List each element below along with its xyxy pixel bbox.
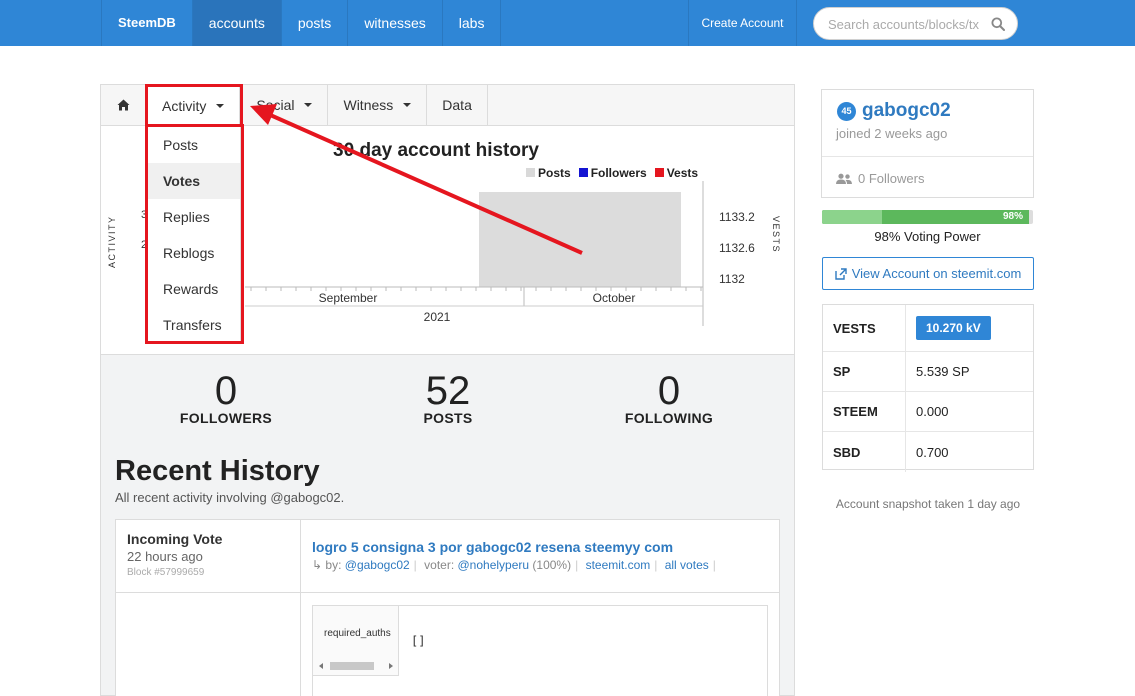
search-icon[interactable] — [991, 17, 1005, 31]
history-time: 22 hours ago — [127, 549, 203, 564]
wallet-row-sbd: SBD 0.700 — [823, 432, 1033, 472]
home-icon — [117, 99, 130, 111]
stat-followers-label: FOLLOWERS — [179, 410, 273, 426]
search-box — [813, 7, 1018, 40]
wallet-label: SBD — [823, 432, 906, 472]
nav-menu: SteemDB accounts posts witnesses labs — [101, 0, 502, 46]
json-key-cell: required_auths — [313, 606, 399, 676]
voter-prefix: voter: — [424, 558, 455, 572]
annotation-box-activity — [145, 84, 243, 127]
followers-label: 0 Followers — [858, 171, 925, 186]
create-account-link[interactable]: Create Account — [688, 0, 797, 46]
stat-followers[interactable]: 0 FOLLOWERS — [146, 370, 306, 426]
wallet-value: 5.539 SP — [916, 364, 970, 379]
username-link[interactable]: gabogc02 — [862, 100, 951, 122]
wallet-table: VESTS 10.270 kV SP 5.539 SP STEEM 0.000 … — [822, 304, 1034, 472]
joined-text: joined 2 weeks ago — [836, 126, 948, 141]
vests-badge[interactable]: 10.270 kV — [916, 316, 991, 340]
wallet-row-sp: SP 5.539 SP — [823, 352, 1033, 392]
voting-power-label: 98% Voting Power — [874, 229, 981, 244]
reputation-badge: 45 — [837, 102, 856, 121]
view-on-steemit-button[interactable]: View Account on steemit.com — [822, 257, 1034, 290]
author-link[interactable]: @gabogc02 — [345, 558, 410, 572]
stat-following[interactable]: 0 FOLLOWING — [589, 370, 749, 426]
chevron-down-icon — [304, 103, 313, 107]
vote-percent: (100%) — [532, 558, 572, 572]
tab-data-label: Data — [442, 97, 472, 113]
by-prefix: by: — [325, 558, 342, 572]
tab-witness[interactable]: Witness — [328, 85, 428, 125]
stat-following-value: 0 — [657, 369, 681, 413]
stat-followers-value: 0 — [214, 369, 238, 413]
x-month-label: October — [593, 291, 636, 305]
annotation-box-dropdown — [145, 124, 244, 344]
wallet-value: 0.000 — [916, 404, 949, 419]
voter-link[interactable]: @nohelyperu — [458, 558, 530, 572]
wallet-label: STEEM — [823, 392, 906, 431]
x-month-label: September — [319, 291, 378, 305]
snapshot-text: Account snapshot taken 1 day ago — [835, 497, 1021, 511]
wallet-row-vests: VESTS 10.270 kV — [823, 305, 1033, 352]
stat-posts[interactable]: 52 POSTS — [368, 370, 528, 426]
history-item-meta: Incoming Vote 22 hours ago Block #579996… — [116, 520, 300, 593]
all-votes-link[interactable]: all votes — [665, 558, 709, 572]
nav-labs[interactable]: labs — [441, 0, 502, 46]
wallet-value: 10.270 kV — [916, 305, 991, 351]
brand-link[interactable]: SteemDB — [101, 0, 192, 46]
tab-social-label: Social — [256, 97, 295, 113]
steemit-link[interactable]: steemit.com — [586, 558, 651, 572]
history-meta-line: ↳ by: @gabogc02 | voter: @nohelyperu (100… — [312, 558, 716, 572]
json-value: [] — [411, 634, 426, 648]
recent-history-title: Recent History — [115, 455, 320, 487]
posts-bar — [479, 192, 681, 287]
wallet-label: SP — [823, 352, 906, 391]
wallet-row-steem: STEEM 0.000 — [823, 392, 1033, 432]
horizontal-scrollbar[interactable] — [317, 661, 395, 671]
post-title-link[interactable]: logro 5 consigna 3 por gabogc02 resena s… — [312, 539, 673, 555]
stat-posts-label: POSTS — [423, 410, 473, 426]
tab-home[interactable] — [101, 85, 147, 125]
users-icon — [836, 173, 852, 184]
divider — [822, 156, 1033, 157]
voting-power-bar: 98% — [822, 210, 1033, 224]
tab-witness-label: Witness — [343, 97, 394, 113]
tab-data[interactable]: Data — [427, 85, 488, 125]
x-year-label: 2021 — [424, 310, 451, 324]
history-item-meta-col: Incoming Vote 22 hours ago Block #579996… — [116, 520, 301, 696]
reply-arrow-icon: ↳ — [312, 558, 323, 572]
wallet-label: VESTS — [823, 305, 906, 351]
wallet-value: 0.700 — [916, 444, 949, 460]
search-input[interactable] — [828, 15, 983, 33]
tab-social[interactable]: Social — [240, 85, 329, 125]
json-key: required_auths — [324, 628, 391, 639]
history-item: Incoming Vote 22 hours ago Block #579996… — [115, 519, 780, 696]
operation-json-table: required_auths [] — [312, 605, 768, 696]
recent-history-subtitle: All recent activity involving @gabogc02. — [115, 490, 345, 505]
top-navbar: SteemDB accounts posts witnesses labs Cr… — [0, 0, 1135, 46]
nav-accounts[interactable]: accounts — [191, 0, 281, 46]
history-block[interactable]: Block #57999659 — [127, 567, 204, 578]
stat-following-label: FOLLOWING — [624, 410, 714, 426]
voting-power-bar-label: 98% — [1002, 211, 1023, 222]
history-item-detail: logro 5 consigna 3 por gabogc02 resena s… — [301, 520, 779, 593]
voting-power-fill-highlight — [822, 210, 882, 224]
followers-count[interactable]: 0 Followers — [836, 171, 924, 186]
view-on-steemit-label: View Account on steemit.com — [851, 266, 1022, 281]
nav-witnesses[interactable]: witnesses — [347, 0, 441, 46]
nav-posts[interactable]: posts — [280, 0, 347, 46]
stat-posts-value: 52 — [425, 369, 471, 413]
history-type: Incoming Vote — [127, 531, 223, 547]
external-link-icon — [835, 267, 847, 280]
chevron-down-icon — [403, 103, 412, 107]
profile-card: 45 gabogc02 joined 2 weeks ago 0 Followe… — [821, 89, 1034, 198]
